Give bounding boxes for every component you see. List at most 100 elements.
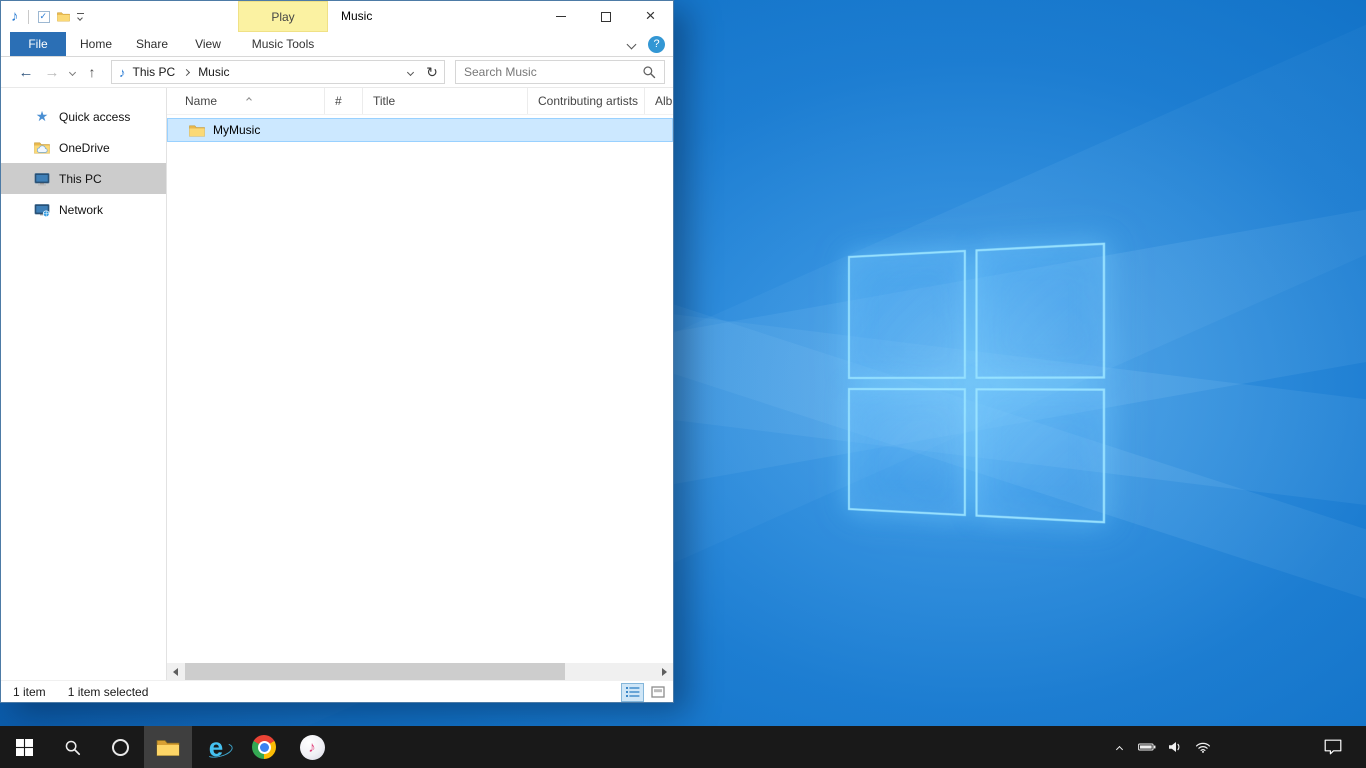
main-content: Quick access OneDrive This PC Network [1, 88, 673, 680]
column-headers: Name # Title Contributing artists Alb [167, 88, 673, 115]
tab-music-tools[interactable]: Music Tools [238, 32, 328, 56]
qat-new-folder-icon[interactable] [57, 11, 70, 22]
sidebar-item-label: OneDrive [59, 141, 110, 155]
contextual-tab-header[interactable]: Play [238, 1, 328, 32]
minimize-button[interactable] [538, 1, 583, 32]
onedrive-icon [34, 140, 50, 155]
forward-button[interactable] [39, 60, 65, 84]
sidebar-item-network[interactable]: Network [1, 194, 166, 225]
scroll-left-icon[interactable] [167, 663, 184, 680]
system-tray [1110, 726, 1212, 768]
window-title: Music [341, 1, 372, 32]
refresh-icon[interactable] [420, 61, 444, 83]
divider [28, 10, 29, 24]
titlebar[interactable]: Play Music [1, 1, 673, 32]
cortana-ring [112, 739, 129, 756]
itunes-icon[interactable] [288, 726, 336, 768]
sidebar-item-label: Network [59, 203, 103, 217]
windows-logo-pane [848, 250, 965, 379]
quick-access-toolbar [11, 1, 84, 32]
ie-e-glyph: e [209, 734, 223, 760]
cortana-icon[interactable] [96, 726, 144, 768]
view-toggle-buttons [621, 682, 669, 702]
large-icons-view-icon[interactable] [646, 683, 669, 702]
address-music-note-icon [119, 65, 126, 80]
star-icon [34, 109, 50, 124]
caption-buttons [538, 1, 673, 32]
minimize-icon [556, 16, 566, 17]
file-name: MyMusic [213, 123, 260, 137]
close-button[interactable] [628, 1, 673, 32]
search-icon[interactable] [642, 65, 656, 79]
file-row-mymusic[interactable]: MyMusic [167, 118, 673, 142]
ribbon-right-controls: ? [628, 32, 665, 56]
taskbar-file-explorer-icon[interactable] [144, 726, 192, 768]
search-input[interactable] [456, 61, 640, 83]
scrollbar-track[interactable] [184, 663, 656, 680]
sidebar-item-label: Quick access [59, 110, 130, 124]
action-center-icon[interactable] [1313, 726, 1353, 768]
column-header-title[interactable]: Title [363, 88, 528, 114]
help-button[interactable]: ? [648, 36, 665, 53]
tab-file[interactable]: File [10, 32, 66, 56]
windows-logo [848, 243, 1105, 524]
windows-logo-pane [975, 243, 1105, 379]
sidebar-item-quick-access[interactable]: Quick access [1, 101, 166, 132]
qat-properties-icon[interactable] [38, 11, 50, 23]
breadcrumb-music[interactable]: Music [195, 65, 232, 79]
scrollbar-thumb[interactable] [185, 663, 565, 680]
column-header-contributing-artists[interactable]: Contributing artists [528, 88, 645, 114]
breadcrumb-chevron-icon[interactable] [184, 64, 189, 78]
explorer-window: Play Music File Home Share View Music To… [0, 0, 674, 703]
recent-locations-chevron-icon[interactable] [65, 60, 79, 84]
taskbar: e [0, 726, 1366, 768]
back-button[interactable] [13, 60, 39, 84]
volume-icon[interactable] [1166, 741, 1184, 753]
navigation-pane: Quick access OneDrive This PC Network [1, 88, 167, 680]
sort-ascending-icon [247, 91, 251, 105]
itunes-logo [300, 735, 325, 760]
scroll-right-icon[interactable] [656, 663, 673, 680]
start-button[interactable] [0, 726, 48, 768]
horizontal-scrollbar[interactable] [167, 663, 673, 680]
breadcrumb-this-pc[interactable]: This PC [130, 65, 179, 79]
up-button[interactable] [79, 60, 105, 84]
qat-customize-chevron-icon[interactable] [77, 13, 84, 20]
sidebar-item-label: This PC [59, 172, 102, 186]
tab-share[interactable]: Share [126, 32, 178, 56]
status-bar: 1 item 1 item selected [1, 680, 673, 702]
chrome-logo [252, 735, 276, 759]
battery-icon[interactable] [1138, 742, 1156, 752]
column-header-number[interactable]: # [325, 88, 363, 114]
internet-explorer-icon[interactable]: e [192, 726, 240, 768]
network-icon [34, 202, 50, 217]
wifi-icon[interactable] [1194, 741, 1212, 753]
show-hidden-icons-chevron-icon[interactable] [1110, 745, 1128, 750]
music-note-icon [11, 8, 19, 25]
address-dropdown-chevron-icon[interactable] [400, 61, 420, 83]
maximize-button[interactable] [583, 1, 628, 32]
ribbon-tab-row: File Home Share View Music Tools ? [1, 32, 673, 57]
file-list-area: Name # Title Contributing artists Alb My… [167, 88, 673, 680]
details-view-icon[interactable] [621, 683, 644, 702]
sidebar-item-onedrive[interactable]: OneDrive [1, 132, 166, 163]
chrome-icon[interactable] [240, 726, 288, 768]
address-bar[interactable]: This PC Music [111, 60, 445, 84]
column-header-name[interactable]: Name [167, 88, 325, 114]
tab-view[interactable]: View [182, 32, 234, 56]
column-header-album[interactable]: Alb [645, 88, 673, 114]
search-box [455, 60, 665, 84]
selection-count: 1 item selected [68, 685, 149, 699]
taskbar-search-icon[interactable] [48, 726, 96, 768]
close-icon [646, 10, 656, 24]
sidebar-item-this-pc[interactable]: This PC [1, 163, 166, 194]
monitor-icon [34, 171, 50, 186]
folder-icon [189, 124, 205, 137]
tab-home[interactable]: Home [70, 32, 122, 56]
address-toolbar: This PC Music [1, 57, 673, 88]
collapse-ribbon-chevron-icon[interactable] [628, 41, 635, 48]
windows-logo-pane [848, 388, 965, 517]
windows-logo-pane [975, 388, 1105, 524]
maximize-icon [601, 12, 611, 22]
item-count: 1 item [13, 685, 46, 699]
